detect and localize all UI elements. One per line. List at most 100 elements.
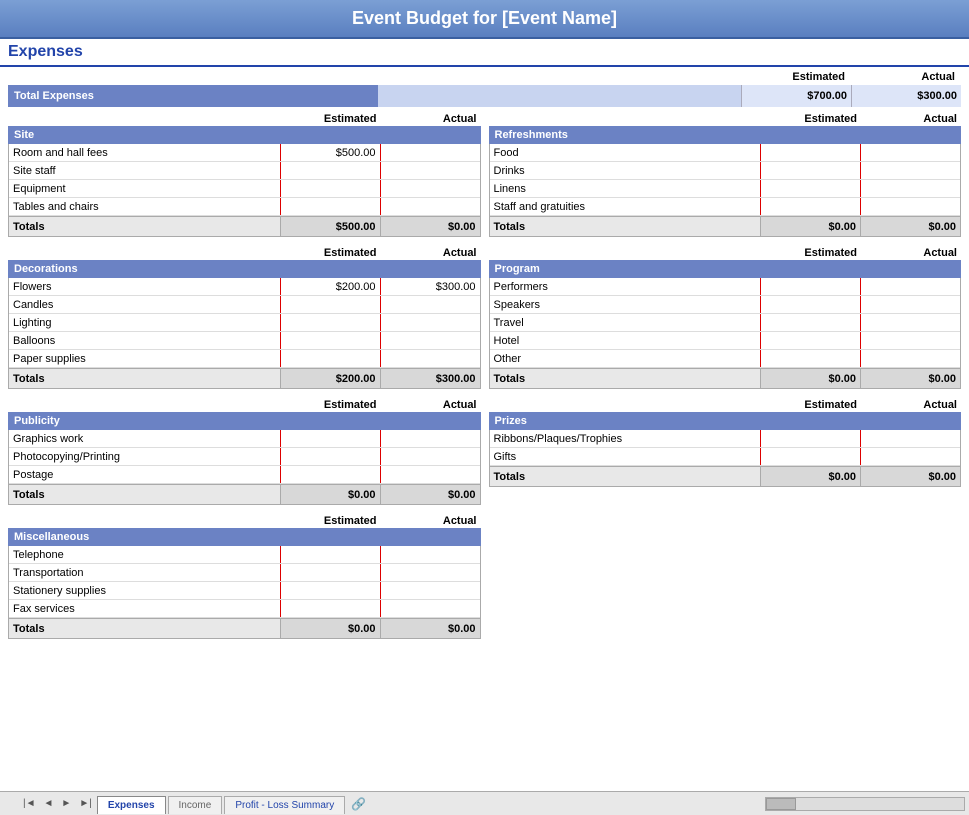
- estimated-input[interactable]: [281, 353, 376, 365]
- actual-cell[interactable]: [380, 430, 480, 447]
- estimated-input[interactable]: [281, 567, 376, 579]
- estimated-input[interactable]: [761, 299, 856, 311]
- actual-cell[interactable]: [380, 180, 480, 197]
- actual-input[interactable]: [381, 451, 476, 463]
- actual-cell[interactable]: [380, 198, 480, 215]
- estimated-input[interactable]: [281, 451, 376, 463]
- estimated-cell[interactable]: [760, 162, 860, 179]
- estimated-input[interactable]: [281, 603, 376, 615]
- actual-input[interactable]: [861, 201, 956, 213]
- estimated-cell[interactable]: [760, 332, 860, 349]
- estimated-input[interactable]: [281, 433, 376, 445]
- estimated-input[interactable]: [281, 299, 376, 311]
- actual-cell[interactable]: [380, 314, 480, 331]
- actual-input[interactable]: [381, 165, 476, 177]
- estimated-cell[interactable]: [280, 296, 380, 313]
- actual-cell[interactable]: [380, 582, 480, 599]
- estimated-input[interactable]: [761, 335, 856, 347]
- estimated-input[interactable]: [281, 183, 376, 195]
- actual-cell[interactable]: [860, 430, 960, 447]
- actual-input[interactable]: [381, 299, 476, 311]
- tab-scrollbar[interactable]: [765, 797, 965, 811]
- tab-nav-first[interactable]: |◄: [20, 797, 39, 810]
- estimated-input[interactable]: [761, 451, 856, 463]
- tab-income[interactable]: Income: [168, 796, 223, 814]
- tab-add-btn[interactable]: 🔗: [351, 797, 366, 811]
- estimated-input[interactable]: [281, 469, 376, 481]
- tab-profit-loss[interactable]: Profit - Loss Summary: [224, 796, 345, 814]
- estimated-cell[interactable]: [280, 582, 380, 599]
- actual-cell[interactable]: [380, 350, 480, 367]
- actual-input[interactable]: [861, 165, 956, 177]
- estimated-input[interactable]: [761, 201, 856, 213]
- actual-cell[interactable]: [380, 144, 480, 161]
- estimated-cell[interactable]: [280, 350, 380, 367]
- estimated-cell[interactable]: [760, 180, 860, 197]
- actual-input[interactable]: [861, 183, 956, 195]
- estimated-cell[interactable]: [760, 314, 860, 331]
- actual-cell[interactable]: [860, 278, 960, 295]
- actual-cell[interactable]: [860, 144, 960, 161]
- estimated-cell[interactable]: [280, 180, 380, 197]
- estimated-cell[interactable]: [280, 466, 380, 483]
- estimated-cell[interactable]: [280, 144, 380, 161]
- estimated-cell[interactable]: [280, 314, 380, 331]
- actual-input[interactable]: [381, 353, 476, 365]
- estimated-input[interactable]: [281, 201, 376, 213]
- actual-cell[interactable]: [380, 546, 480, 563]
- actual-cell[interactable]: [380, 162, 480, 179]
- actual-input[interactable]: [861, 147, 956, 159]
- estimated-input[interactable]: [761, 317, 856, 329]
- actual-input[interactable]: [381, 585, 476, 597]
- actual-cell[interactable]: [380, 564, 480, 581]
- tab-scrollbar-thumb[interactable]: [766, 798, 796, 810]
- actual-cell[interactable]: [860, 296, 960, 313]
- estimated-input[interactable]: [761, 147, 856, 159]
- tab-nav-next[interactable]: ►: [58, 797, 74, 810]
- actual-cell[interactable]: [860, 448, 960, 465]
- estimated-cell[interactable]: [280, 332, 380, 349]
- actual-input[interactable]: [861, 317, 956, 329]
- estimated-input[interactable]: [281, 147, 376, 159]
- estimated-cell[interactable]: [760, 350, 860, 367]
- estimated-cell[interactable]: [280, 564, 380, 581]
- estimated-input[interactable]: [761, 433, 856, 445]
- actual-input[interactable]: [381, 183, 476, 195]
- estimated-input[interactable]: [281, 549, 376, 561]
- actual-input[interactable]: [861, 299, 956, 311]
- actual-input[interactable]: [381, 549, 476, 561]
- estimated-input[interactable]: [761, 165, 856, 177]
- actual-input[interactable]: [861, 433, 956, 445]
- estimated-input[interactable]: [281, 335, 376, 347]
- actual-cell[interactable]: [380, 296, 480, 313]
- estimated-input[interactable]: [281, 585, 376, 597]
- actual-input[interactable]: [381, 335, 476, 347]
- actual-cell[interactable]: [860, 350, 960, 367]
- actual-input[interactable]: [381, 317, 476, 329]
- estimated-input[interactable]: [761, 281, 856, 293]
- estimated-cell[interactable]: [280, 162, 380, 179]
- estimated-input[interactable]: [281, 317, 376, 329]
- estimated-input[interactable]: [281, 281, 376, 293]
- actual-input[interactable]: [381, 567, 476, 579]
- actual-cell[interactable]: [380, 278, 480, 295]
- actual-cell[interactable]: [860, 314, 960, 331]
- estimated-cell[interactable]: [280, 278, 380, 295]
- actual-input[interactable]: [381, 281, 476, 293]
- estimated-cell[interactable]: [280, 430, 380, 447]
- actual-cell[interactable]: [860, 332, 960, 349]
- actual-cell[interactable]: [860, 162, 960, 179]
- actual-cell[interactable]: [380, 448, 480, 465]
- actual-input[interactable]: [861, 353, 956, 365]
- actual-input[interactable]: [861, 335, 956, 347]
- estimated-cell[interactable]: [760, 198, 860, 215]
- actual-input[interactable]: [861, 281, 956, 293]
- estimated-cell[interactable]: [760, 144, 860, 161]
- estimated-cell[interactable]: [280, 198, 380, 215]
- actual-cell[interactable]: [380, 466, 480, 483]
- actual-input[interactable]: [861, 451, 956, 463]
- estimated-cell[interactable]: [280, 448, 380, 465]
- estimated-cell[interactable]: [280, 546, 380, 563]
- tab-expenses[interactable]: Expenses: [97, 796, 166, 814]
- estimated-cell[interactable]: [760, 430, 860, 447]
